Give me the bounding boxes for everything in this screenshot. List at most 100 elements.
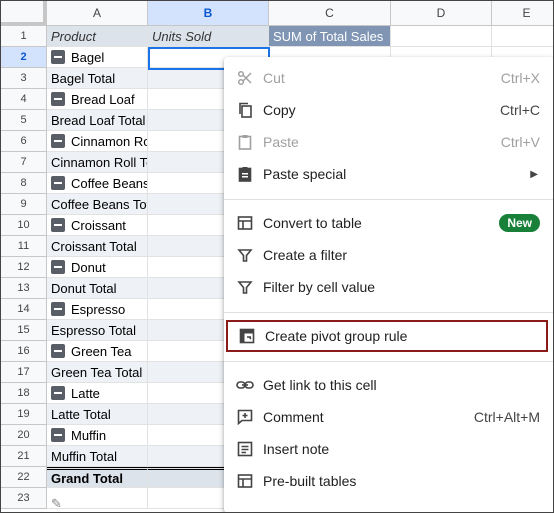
submenu-arrow-icon: ▶ xyxy=(530,168,538,180)
menu-item-paste-special[interactable]: Paste special ▶ xyxy=(224,158,553,190)
row-header-12[interactable]: 12 xyxy=(1,257,47,278)
scissors-icon xyxy=(236,69,254,87)
pencil-icon[interactable]: ✎ xyxy=(51,496,62,512)
cell[interactable]: Latte xyxy=(47,383,148,404)
row-header-17[interactable]: 17 xyxy=(1,362,47,383)
cell[interactable]: Cinnamon Roll Total xyxy=(47,152,148,173)
collapse-group-icon[interactable] xyxy=(51,92,65,106)
row-header-23[interactable]: 23 xyxy=(1,488,47,509)
cell[interactable]: Product xyxy=(47,26,148,47)
row-header-2[interactable]: 2 xyxy=(1,47,47,68)
menu-item-comment-shortcut: Ctrl+Alt+M xyxy=(473,409,540,425)
cell[interactable]: Coffee Beans xyxy=(47,173,148,194)
cell[interactable]: SUM of Total Sales xyxy=(269,26,391,47)
menu-item-paste[interactable]: Paste Ctrl+V xyxy=(224,126,553,158)
cell[interactable]: Muffin Total xyxy=(47,446,148,467)
row-header-14[interactable]: 14 xyxy=(1,299,47,320)
row-header-13[interactable]: 13 xyxy=(1,278,47,299)
product-label: Croissant xyxy=(71,217,126,233)
menu-item-filter-by-value[interactable]: Filter by cell value xyxy=(224,271,553,303)
cell[interactable]: Bagel xyxy=(47,47,148,68)
row-header-10[interactable]: 10 xyxy=(1,215,47,236)
pivot-header-label: Units Sold xyxy=(152,28,212,44)
total-label: Donut Total xyxy=(51,280,117,296)
menu-item-cut-shortcut: Ctrl+X xyxy=(500,70,540,86)
column-header-d[interactable]: D xyxy=(391,1,492,26)
column-header-e[interactable]: E xyxy=(492,1,553,26)
row-header-11[interactable]: 11 xyxy=(1,236,47,257)
cell[interactable]: Donut xyxy=(47,257,148,278)
collapse-group-icon[interactable] xyxy=(51,386,65,400)
cell[interactable]: Green Tea xyxy=(47,341,148,362)
menu-item-get-link[interactable]: Get link to this cell xyxy=(224,369,553,401)
cell[interactable]: Units Sold xyxy=(148,26,269,47)
row-header-16[interactable]: 16 xyxy=(1,341,47,362)
product-label: Donut xyxy=(71,259,106,275)
cell[interactable]: Croissant xyxy=(47,215,148,236)
menu-item-create-pivot-group-rule[interactable]: Create pivot group rule xyxy=(226,320,548,352)
menu-item-cut[interactable]: Cut Ctrl+X xyxy=(224,62,553,94)
menu-divider xyxy=(224,199,553,200)
row-header-6[interactable]: 6 xyxy=(1,131,47,152)
row-header-22[interactable]: 22 xyxy=(1,467,47,488)
menu-item-convert-to-table[interactable]: Convert to table New xyxy=(224,207,553,239)
row-header-19[interactable]: 19 xyxy=(1,404,47,425)
column-header-b[interactable]: B xyxy=(148,1,269,26)
row-header-9[interactable]: 9 xyxy=(1,194,47,215)
row-header-3[interactable]: 3 xyxy=(1,68,47,89)
cell[interactable]: Grand Total xyxy=(47,467,148,488)
row-header-20[interactable]: 20 xyxy=(1,425,47,446)
row-header-4[interactable]: 4 xyxy=(1,89,47,110)
cell[interactable]: Latte Total xyxy=(47,404,148,425)
clipboard-special-icon xyxy=(236,165,254,183)
cell[interactable]: Donut Total xyxy=(47,278,148,299)
cell[interactable]: Green Tea Total xyxy=(47,362,148,383)
menu-divider xyxy=(224,312,553,313)
total-label: Espresso Total xyxy=(51,322,137,338)
menu-item-paste-special-label: Paste special xyxy=(263,166,347,182)
column-header-c[interactable]: C xyxy=(269,1,391,26)
row-header-1[interactable]: 1 xyxy=(1,26,47,47)
cell[interactable]: Croissant Total xyxy=(47,236,148,257)
cell[interactable] xyxy=(492,26,553,47)
menu-item-prebuilt-tables[interactable]: Pre-built tables xyxy=(224,465,553,497)
total-label: Green Tea Total xyxy=(51,364,143,380)
row-header-7[interactable]: 7 xyxy=(1,152,47,173)
cell[interactable]: Bread Loaf xyxy=(47,89,148,110)
cell[interactable]: Muffin xyxy=(47,425,148,446)
cell[interactable]: Bagel Total xyxy=(47,68,148,89)
collapse-group-icon[interactable] xyxy=(51,260,65,274)
filter-icon xyxy=(236,278,254,296)
menu-item-insert-note[interactable]: Insert note xyxy=(224,433,553,465)
row-header-21[interactable]: 21 xyxy=(1,446,47,467)
collapse-group-icon[interactable] xyxy=(51,428,65,442)
product-label: Cinnamon Ro xyxy=(71,133,148,149)
row-header-8[interactable]: 8 xyxy=(1,173,47,194)
collapse-group-icon[interactable] xyxy=(51,302,65,316)
select-all-corner[interactable] xyxy=(1,1,47,26)
cell[interactable]: Bread Loaf Total xyxy=(47,110,148,131)
total-label: Latte Total xyxy=(51,406,111,422)
menu-item-comment[interactable]: Comment Ctrl+Alt+M xyxy=(224,401,553,433)
collapse-group-icon[interactable] xyxy=(51,344,65,358)
collapse-group-icon[interactable] xyxy=(51,176,65,190)
column-header-a[interactable]: A xyxy=(47,1,148,26)
menu-item-copy[interactable]: Copy Ctrl+C xyxy=(224,94,553,126)
cell[interactable] xyxy=(391,26,492,47)
cell[interactable]: Espresso xyxy=(47,299,148,320)
menu-item-cut-label: Cut xyxy=(263,70,285,86)
row-header-5[interactable]: 5 xyxy=(1,110,47,131)
copy-icon xyxy=(236,101,254,119)
cell[interactable] xyxy=(47,488,148,509)
collapse-group-icon[interactable] xyxy=(51,50,65,64)
collapse-group-icon[interactable] xyxy=(51,134,65,148)
row-header-18[interactable]: 18 xyxy=(1,383,47,404)
cell[interactable]: Cinnamon Ro xyxy=(47,131,148,152)
row-header-15[interactable]: 15 xyxy=(1,320,47,341)
menu-item-prebuilt-tables-label: Pre-built tables xyxy=(263,473,357,489)
cell[interactable]: Coffee Beans Total xyxy=(47,194,148,215)
menu-item-create-filter[interactable]: Create a filter xyxy=(224,239,553,271)
total-label: Cinnamon Roll Total xyxy=(51,154,147,170)
collapse-group-icon[interactable] xyxy=(51,218,65,232)
cell[interactable]: Espresso Total xyxy=(47,320,148,341)
